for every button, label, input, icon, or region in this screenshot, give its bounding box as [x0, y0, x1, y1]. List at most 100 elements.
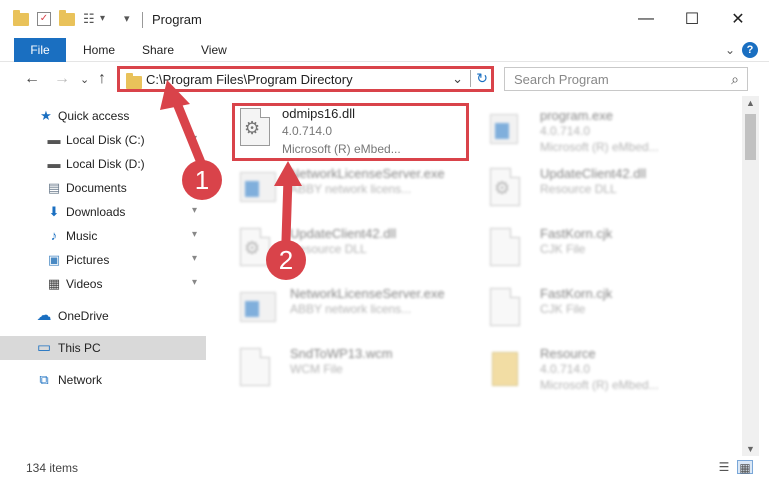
file-name: NetworkLicenseServer.exe — [290, 166, 445, 181]
sidebar-item-label: This PC — [58, 341, 101, 355]
sidebar-item-label: Quick access — [58, 109, 130, 123]
file-description: Resource DLL — [540, 182, 617, 196]
archive-file-icon — [490, 348, 524, 388]
back-button[interactable]: ← — [24, 70, 40, 88]
rename-icon[interactable]: ☷ — [83, 11, 99, 27]
sidebar-item-downloads[interactable]: ⬇ Downloads ▾ — [0, 200, 206, 224]
document-icon: ▤ — [47, 180, 61, 195]
video-icon: ▦ — [47, 276, 61, 291]
search-placeholder: Search Program — [514, 72, 609, 87]
search-icon[interactable]: ⌕ — [731, 71, 739, 88]
maximize-button[interactable]: ☐ — [669, 0, 715, 38]
details-view-icon[interactable]: ☰ — [716, 460, 732, 474]
address-path[interactable]: C:\Program Files\Program Directory — [146, 72, 353, 87]
sidebar-item-local-disk-c[interactable]: ▬ Local Disk (C:) ▾ — [0, 128, 206, 152]
navigation-pane: ★ Quick access ▬ Local Disk (C:) ▾ ▬ Loc… — [0, 96, 208, 440]
picture-icon: ▣ — [47, 252, 61, 267]
chevron-down-icon[interactable]: ▾ — [100, 11, 116, 27]
sidebar-item-label: Music — [66, 229, 98, 243]
minimize-button[interactable]: — — [623, 0, 669, 38]
download-icon: ⬇ — [48, 204, 60, 219]
chevron-down-icon[interactable]: ⌄ — [452, 71, 463, 87]
drive-icon: ▬ — [47, 156, 61, 171]
sidebar-item-music[interactable]: ♪ Music ▾ — [0, 224, 206, 248]
pin-icon[interactable]: ▾ — [192, 133, 197, 144]
document-file-icon — [490, 228, 524, 268]
sidebar-item-label: Local Disk (C:) — [66, 133, 145, 147]
drive-icon: ▬ — [47, 132, 61, 147]
file-name: UpdateClient42.dll — [540, 166, 647, 181]
search-input[interactable]: Search Program ⌕ — [504, 67, 748, 91]
title-separator — [142, 12, 143, 28]
new-folder-icon[interactable] — [59, 10, 75, 26]
pin-icon[interactable]: ▾ — [192, 229, 197, 240]
tiles-view-icon[interactable]: ▦ — [737, 460, 753, 475]
title-bar: ✓ ☷ ▾ ▾ Program — ☐ ✕ — [0, 0, 769, 38]
pin-icon[interactable]: ▾ — [192, 277, 197, 288]
forward-button[interactable]: → — [54, 70, 70, 88]
pin-icon[interactable]: ▾ — [192, 253, 197, 264]
app-file-icon — [240, 288, 276, 328]
window-title: Program — [152, 12, 202, 27]
refresh-icon[interactable]: ↻ — [470, 70, 488, 87]
file-description: CJK File — [540, 302, 586, 316]
file-description: CJK File — [540, 242, 586, 256]
tab-share[interactable]: Share — [142, 38, 174, 62]
file-item-fastkorn-cjk[interactable]: FastKorn.cjk CJK File — [482, 220, 722, 280]
sidebar-item-onedrive[interactable]: ☁ OneDrive — [0, 304, 206, 328]
file-name: UpdateClient42.dll — [290, 226, 397, 241]
network-icon: ⧉ — [39, 372, 49, 387]
dll-file-icon: ⚙ — [490, 168, 524, 208]
file-item-fastkorn-cjk[interactable]: FastKorn.cjk CJK File — [482, 280, 722, 340]
file-item-program-exe[interactable]: program.exe 4.0.714.0 Microsoft (R) eMbe… — [482, 102, 722, 162]
annotation-badge-2: 2 — [266, 240, 306, 280]
sidebar-item-label: Documents — [66, 181, 127, 195]
file-item-resource[interactable]: Resource 4.0.714.0 Microsoft (R) eMbed..… — [482, 340, 722, 400]
folder-icon — [126, 73, 142, 89]
file-item-updateclient42-dll[interactable]: ⚙ UpdateClient42.dll Resource DLL — [482, 160, 722, 220]
document-file-icon — [490, 288, 524, 328]
file-item-networklicenseserver-exe[interactable]: NetworkLicenseServer.exe ABBY network li… — [232, 160, 472, 220]
tab-file[interactable]: File — [14, 38, 66, 62]
sidebar-item-pictures[interactable]: ▣ Pictures ▾ — [0, 248, 206, 272]
up-button[interactable]: ↑ — [98, 70, 106, 88]
file-version: 4.0.714.0 — [540, 362, 591, 376]
file-name: NetworkLicenseServer.exe — [290, 286, 445, 301]
file-description: ABBY network licens... — [290, 302, 412, 316]
sidebar-item-videos[interactable]: ▦ Videos ▾ — [0, 272, 206, 296]
folder-icon — [13, 10, 29, 26]
recent-locations-button[interactable]: ⌄ — [80, 73, 89, 86]
navigation-bar: ← → ⌄ ↑ C:\Program Files\Program Directo… — [0, 62, 769, 96]
file-name: FastKorn.cjk — [540, 226, 613, 241]
sidebar-item-this-pc[interactable]: ▭ This PC — [0, 336, 206, 360]
file-description: Microsoft (R) eMbed... — [540, 378, 659, 392]
tab-home[interactable]: Home — [83, 38, 115, 62]
scroll-up-icon[interactable]: ▲ — [742, 98, 759, 108]
address-bar[interactable]: C:\Program Files\Program Directory ⌄ ↻ — [117, 66, 494, 92]
sidebar-item-label: Pictures — [66, 253, 110, 267]
sidebar-item-label: Network — [58, 373, 103, 387]
expand-ribbon-icon[interactable]: ⌄ — [722, 42, 738, 58]
file-description: WCM File — [290, 362, 343, 376]
pin-icon[interactable]: ▾ — [192, 205, 197, 216]
app-file-icon — [240, 168, 276, 208]
music-icon: ♪ — [50, 228, 58, 243]
close-button[interactable]: ✕ — [715, 0, 761, 38]
properties-icon[interactable]: ✓ — [37, 12, 51, 26]
vertical-scrollbar[interactable]: ▲ ▼ — [742, 96, 759, 456]
ribbon-tabs: File Home Share View ⌄ ? — [0, 38, 769, 62]
file-item-networklicenseserver-exe[interactable]: NetworkLicenseServer.exe ABBY network li… — [232, 280, 472, 340]
file-item-sndtowp13-wcm[interactable]: SndToWP13.wcm WCM File — [232, 340, 472, 400]
file-name: program.exe — [540, 108, 613, 123]
file-name: FastKorn.cjk — [540, 286, 613, 301]
tab-view[interactable]: View — [201, 38, 227, 62]
scroll-down-icon[interactable]: ▼ — [742, 444, 759, 454]
customize-quick-access-icon[interactable]: ▾ — [124, 11, 140, 27]
scroll-thumb[interactable] — [745, 114, 756, 160]
sidebar-item-local-disk-d[interactable]: ▬ Local Disk (D:) — [0, 152, 206, 176]
sidebar-item-documents[interactable]: ▤ Documents — [0, 176, 206, 200]
sidebar-item-quick-access[interactable]: ★ Quick access — [0, 104, 206, 128]
sidebar-item-network[interactable]: ⧉ Network — [0, 368, 206, 392]
help-icon[interactable]: ? — [742, 42, 758, 58]
file-description: Microsoft (R) eMbed... — [540, 140, 659, 154]
